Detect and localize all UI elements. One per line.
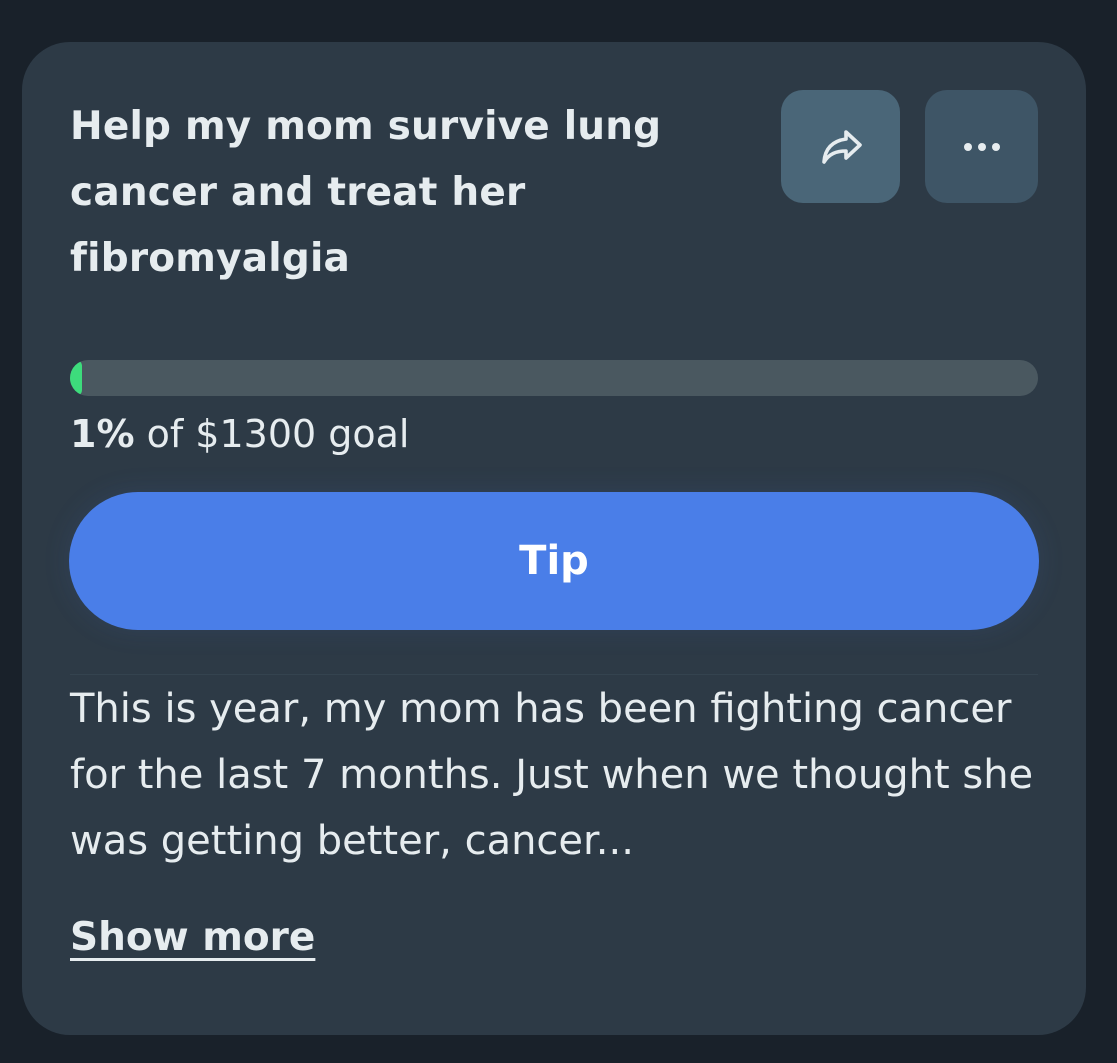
show-more-link[interactable]: Show more — [70, 908, 315, 968]
goal-progress-text: 1% of $1300 goal — [70, 404, 409, 464]
share-button[interactable] — [781, 90, 900, 203]
progress-bar — [70, 360, 1038, 396]
campaign-title: Help my mom survive lung cancer and trea… — [70, 104, 662, 281]
campaign-description: This is year, my mom has been fighting c… — [70, 686, 1034, 864]
goal-percent: 1% — [70, 412, 135, 456]
tip-button[interactable]: Tip — [69, 492, 1039, 630]
divider — [70, 674, 1038, 675]
progress-bar-fill — [70, 360, 82, 396]
share-arrow-icon — [817, 125, 865, 169]
more-horizontal-icon — [962, 141, 1002, 153]
campaign-card: Help my mom survive lung cancer and trea… — [22, 42, 1086, 1035]
goal-amount: of $1300 goal — [134, 412, 410, 456]
more-options-button[interactable] — [925, 90, 1038, 203]
